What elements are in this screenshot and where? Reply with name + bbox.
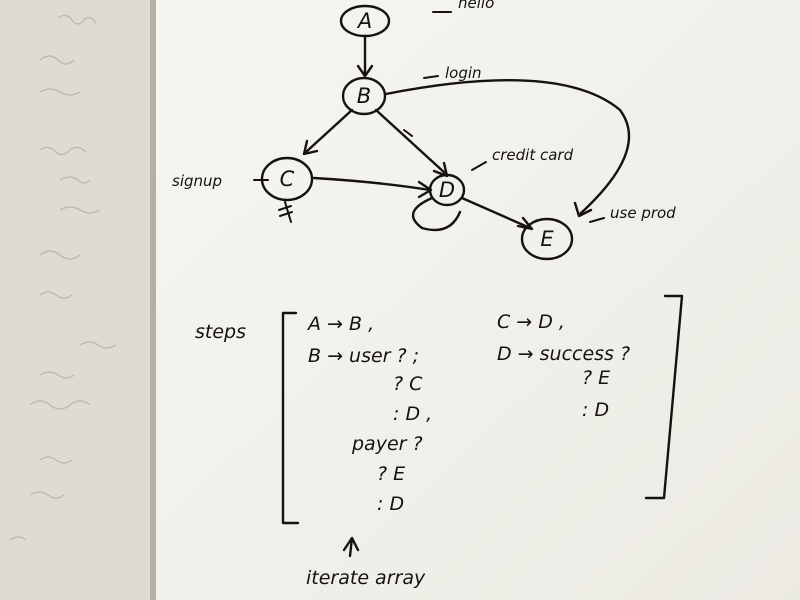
steps-heading: steps	[195, 321, 246, 343]
left-notebook-page	[0, 0, 150, 600]
node-e-label: E	[540, 227, 554, 251]
node-b-note: login	[445, 64, 482, 82]
node-b-label: B	[357, 84, 371, 108]
step-right-3: ? E	[582, 367, 610, 389]
node-a-note: hello	[458, 0, 494, 12]
node-a-label: A	[356, 9, 372, 33]
step-right-2: D → success ?	[497, 343, 630, 365]
step-left-2: B → user ? ;	[308, 345, 419, 367]
node-c-note: signup	[172, 172, 222, 190]
node-d-note: credit card	[492, 146, 574, 164]
step-left-1: A → B ,	[306, 313, 374, 335]
step-left-5: payer ?	[351, 433, 423, 455]
node-e-note: use prod	[610, 204, 676, 222]
node-d-label: D	[439, 178, 455, 202]
step-left-4: : D ,	[393, 403, 432, 425]
step-left-7: : D	[377, 493, 404, 515]
step-left-6: ? E	[377, 463, 405, 485]
iterate-note: iterate array	[306, 567, 426, 589]
step-right-1: C → D ,	[497, 311, 565, 333]
step-right-4: : D	[582, 399, 609, 421]
notebook-photo: A B C D E hello login signup credit card…	[0, 0, 800, 600]
step-left-3: ? C	[393, 373, 423, 395]
node-c-label: C	[280, 167, 295, 191]
